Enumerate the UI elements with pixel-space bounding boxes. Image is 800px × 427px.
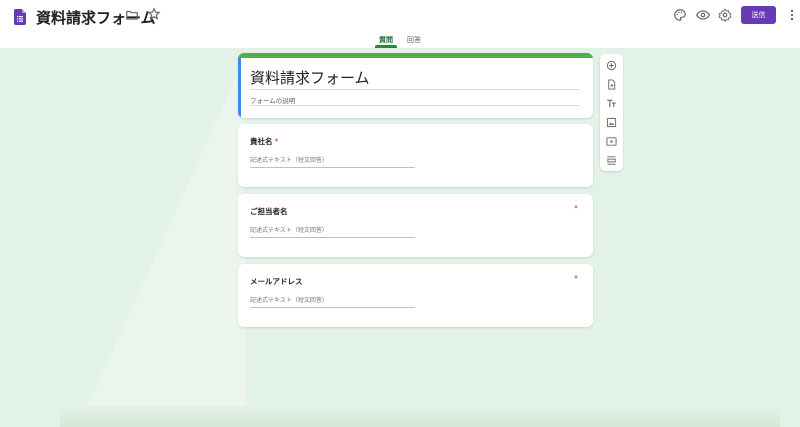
settings-icon[interactable] <box>717 7 733 23</box>
more-vert-icon[interactable] <box>784 7 800 23</box>
short-answer-placeholder: 記述式テキスト（短文回答） <box>250 227 328 234</box>
top-bar: 資料請求フォーム 送信 質問 回答 <box>0 0 800 48</box>
question-card-contact-person[interactable]: ご担当者名 * 記述式テキスト（短文回答） <box>238 194 593 257</box>
bottom-shadow <box>60 405 780 427</box>
add-image-icon[interactable] <box>605 116 618 129</box>
question-card-company[interactable]: 貴社名 * 記述式テキスト（短文回答） <box>238 124 593 187</box>
star-icon[interactable] <box>146 6 162 22</box>
add-question-icon[interactable] <box>605 59 618 72</box>
question-title: メールアドレス <box>250 277 303 286</box>
title-underline <box>250 89 580 90</box>
tab-bar: 質問 回答 <box>0 30 800 48</box>
background-decoration <box>86 60 246 420</box>
add-title-icon[interactable] <box>605 97 618 110</box>
send-button[interactable]: 送信 <box>741 6 776 24</box>
tab-responses[interactable]: 回答 <box>404 30 424 48</box>
tab-questions[interactable]: 質問 <box>375 30 397 48</box>
required-asterisk: * <box>574 204 578 213</box>
selected-indicator <box>238 58 241 118</box>
short-answer-placeholder: 記述式テキスト（短文回答） <box>250 157 328 164</box>
forms-app-icon[interactable] <box>14 9 26 25</box>
required-asterisk: * <box>574 274 578 283</box>
question-title: 貴社名 * <box>250 137 279 146</box>
question-title: ご担当者名 <box>250 207 288 216</box>
answer-underline <box>250 237 415 238</box>
add-section-icon[interactable] <box>605 154 618 167</box>
folder-icon[interactable] <box>124 7 140 23</box>
palette-icon[interactable] <box>672 7 688 23</box>
answer-underline <box>250 167 415 168</box>
description-underline <box>250 105 580 106</box>
floating-toolbar <box>600 54 623 171</box>
answer-underline <box>250 307 415 308</box>
short-answer-placeholder: 記述式テキスト（短文回答） <box>250 297 328 304</box>
eye-icon[interactable] <box>695 7 711 23</box>
form-description-input[interactable]: フォームの説明 <box>250 95 295 105</box>
form-title[interactable]: 資料請求フォーム <box>250 67 370 88</box>
import-questions-icon[interactable] <box>605 78 618 91</box>
form-title-card[interactable]: 資料請求フォーム フォームの説明 <box>238 53 593 118</box>
add-video-icon[interactable] <box>605 135 618 148</box>
question-card-email[interactable]: メールアドレス * 記述式テキスト（短文回答） <box>238 264 593 327</box>
required-asterisk: * <box>274 137 279 146</box>
theme-color-strip <box>238 53 593 58</box>
